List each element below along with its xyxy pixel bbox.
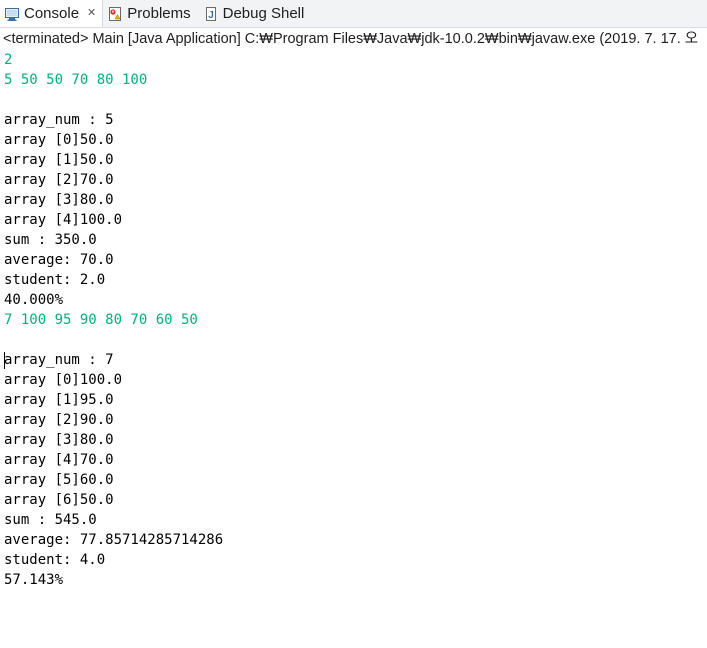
console-output-line: array [4]70.0	[4, 452, 114, 468]
console-output-line: 57.143%	[4, 572, 64, 588]
console-output-line: array_num : 5	[4, 112, 114, 128]
console-input-line: 2	[4, 52, 13, 68]
console-output-line: student: 2.0	[4, 272, 106, 288]
console-output-line: array [0]100.0	[4, 372, 123, 388]
view-tab-bar: Console ✕ Problems J Debug Shell	[0, 0, 707, 28]
console-output-line: array [1]50.0	[4, 152, 114, 168]
console-input-line: 7 100 95 90 80 70 60 50	[4, 312, 198, 328]
console-output-line: array [5]60.0	[4, 472, 114, 488]
console-output-line: array [0]50.0	[4, 132, 114, 148]
console-output[interactable]: 2 5 50 50 70 80 100 array_num : 5 array [0]…	[4, 50, 704, 590]
tab-problems[interactable]: Problems	[103, 0, 198, 27]
console-output-line: 40.000%	[4, 292, 64, 308]
problems-icon	[107, 6, 123, 22]
console-output-line: array [1]95.0	[4, 392, 114, 408]
console-output-line: average: 70.0	[4, 252, 114, 268]
console-output-line: array [2]70.0	[4, 172, 114, 188]
console-input-line: 5 50 50 70 80 100	[4, 72, 148, 88]
console-output-line: sum : 545.0	[4, 512, 97, 528]
debug-shell-icon: J	[203, 6, 219, 22]
console-output-line: average: 77.85714285714286	[4, 532, 224, 548]
text-cursor	[4, 352, 5, 369]
console-output-line: sum : 350.0	[4, 232, 97, 248]
console-icon	[4, 6, 20, 22]
console-output-line: student: 4.0	[4, 552, 106, 568]
console-output-line: array [2]90.0	[4, 412, 114, 428]
tab-console-label: Console	[24, 5, 80, 22]
tab-problems-label: Problems	[127, 5, 191, 22]
console-output-line: array_num : 7	[4, 352, 114, 368]
console-output-line: array [3]80.0	[4, 432, 114, 448]
svg-text:J: J	[208, 10, 214, 21]
tab-console[interactable]: Console ✕	[0, 0, 104, 27]
tab-debug-shell-label: Debug Shell	[222, 5, 305, 22]
console-output-line: array [4]100.0	[4, 212, 123, 228]
close-icon[interactable]: ✕	[87, 8, 96, 19]
process-status-line: <terminated> Main [Java Application] C:₩…	[3, 31, 699, 47]
tab-debug-shell[interactable]: J Debug Shell	[199, 0, 313, 27]
console-output-line: array [6]50.0	[4, 492, 114, 508]
console-output-line: array [3]80.0	[4, 192, 114, 208]
